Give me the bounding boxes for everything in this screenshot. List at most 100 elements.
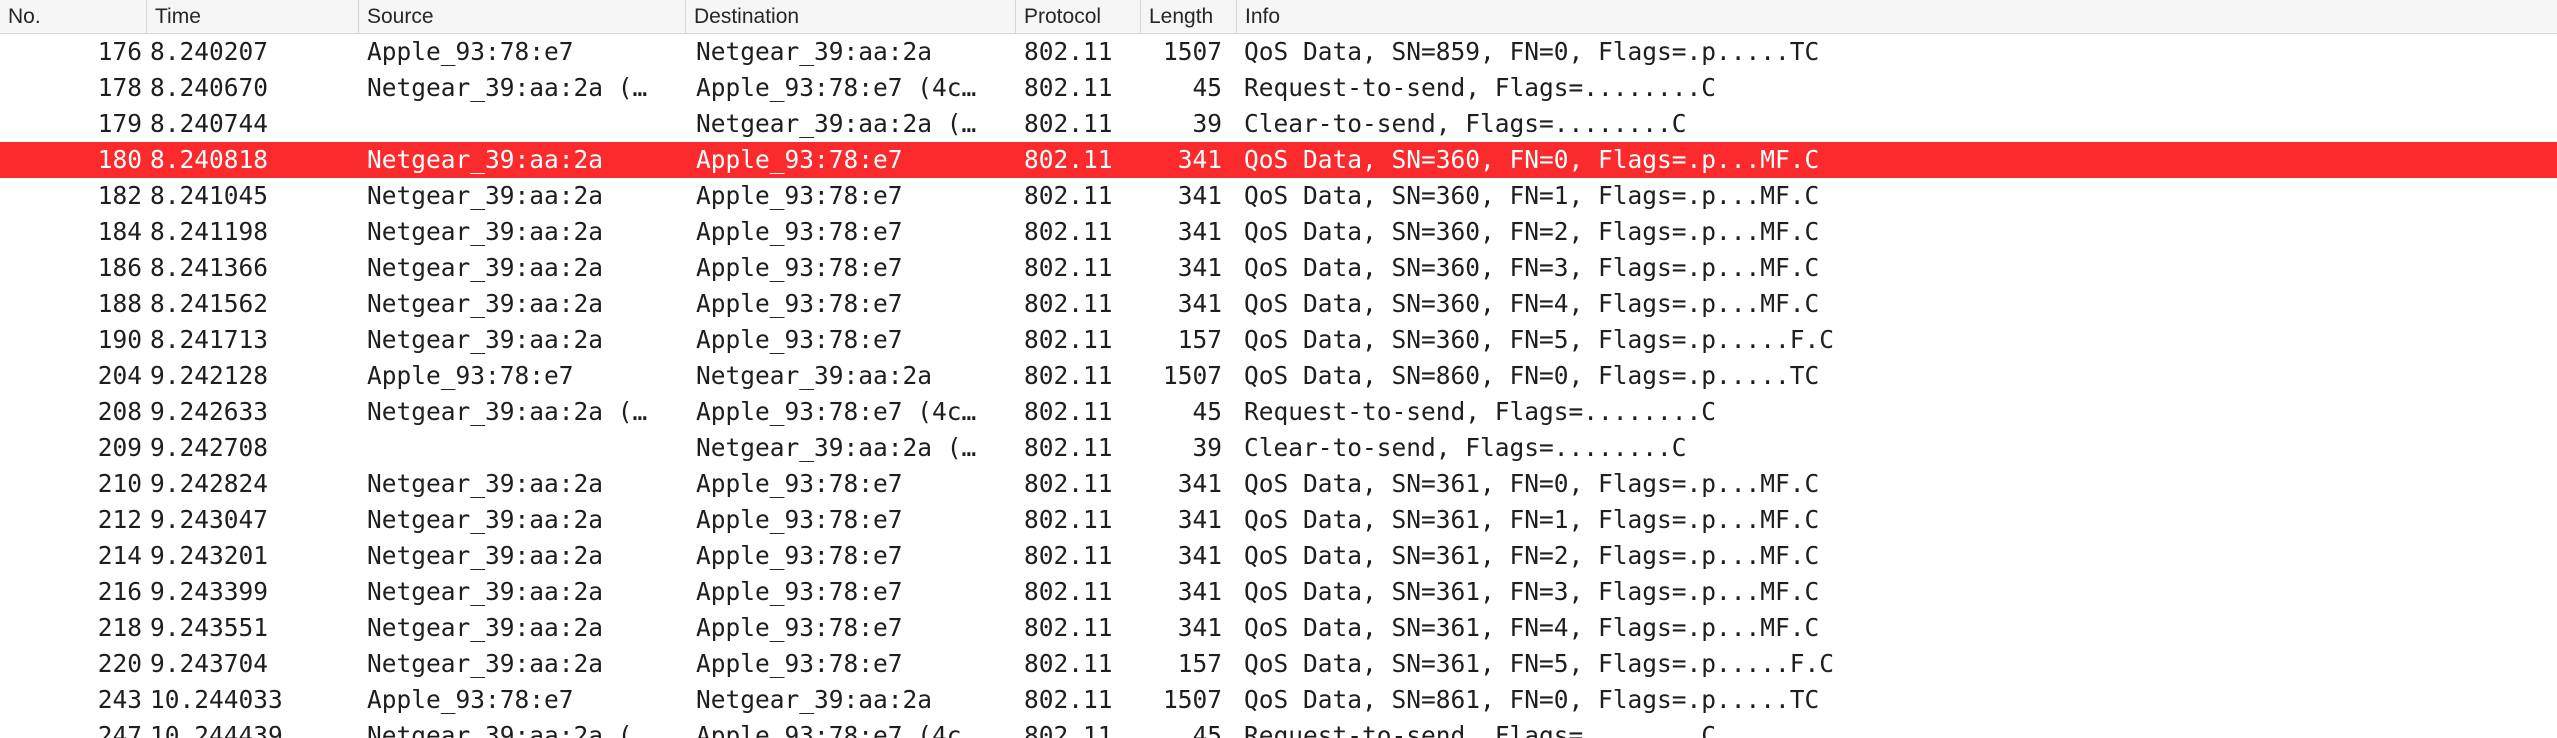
packet-source: Netgear_39:aa:2a bbox=[367, 181, 604, 210]
packet-row[interactable]: 214 9.243201 Netgear_39:aa:2a Apple_93:78:e… bbox=[0, 538, 2557, 574]
packet-destination: Netgear_39:aa:2a (… bbox=[696, 109, 977, 138]
column-header-length[interactable]: Length bbox=[1140, 0, 1236, 34]
packet-row[interactable]: 216 9.243399 Netgear_39:aa:2a Apple_93:78:e… bbox=[0, 574, 2557, 610]
packet-length: 39 bbox=[1192, 109, 1222, 138]
column-header-destination[interactable]: Destination bbox=[685, 0, 1015, 34]
packet-time: 8.241366 bbox=[150, 253, 269, 282]
packet-source: Netgear_39:aa:2a bbox=[367, 649, 604, 678]
packet-row[interactable]: 243 10.244033 Apple_93:78:e7 Netgear_39:aa:… bbox=[0, 682, 2557, 718]
packet-no: 184 bbox=[97, 217, 142, 246]
packet-destination: Netgear_39:aa:2a bbox=[696, 361, 933, 390]
packet-info: QoS Data, SN=861, FN=0, Flags=.p.....TC bbox=[1244, 685, 1820, 714]
packet-destination: Apple_93:78:e7 bbox=[696, 253, 903, 282]
packet-info: Request-to-send, Flags=........C bbox=[1244, 721, 1717, 738]
packet-protocol: 802.11 bbox=[1024, 433, 1113, 462]
packet-length: 341 bbox=[1177, 145, 1222, 174]
packet-protocol: 802.11 bbox=[1024, 397, 1113, 426]
packet-info: QoS Data, SN=360, FN=4, Flags=.p...MF.C bbox=[1244, 289, 1820, 318]
packet-protocol: 802.11 bbox=[1024, 73, 1113, 102]
packet-length: 341 bbox=[1177, 217, 1222, 246]
packet-source: Netgear_39:aa:2a bbox=[367, 505, 604, 534]
packet-row[interactable]: 182 8.241045 Netgear_39:aa:2a Apple_93:78:e… bbox=[0, 178, 2557, 214]
packet-info: QoS Data, SN=361, FN=3, Flags=.p...MF.C bbox=[1244, 577, 1820, 606]
packet-row[interactable]: 184 8.241198 Netgear_39:aa:2a Apple_93:78:e… bbox=[0, 214, 2557, 250]
packet-row[interactable]: 178 8.240670 Netgear_39:aa:2a (… Apple_93:7… bbox=[0, 70, 2557, 106]
packet-protocol: 802.11 bbox=[1024, 721, 1113, 738]
packet-no: 210 bbox=[97, 469, 142, 498]
packet-protocol: 802.11 bbox=[1024, 541, 1113, 570]
packet-source: Netgear_39:aa:2a bbox=[367, 145, 604, 174]
packet-protocol: 802.11 bbox=[1024, 469, 1113, 498]
packet-source: Netgear_39:aa:2a bbox=[367, 469, 604, 498]
packet-info: Request-to-send, Flags=........C bbox=[1244, 397, 1717, 426]
packet-row[interactable]: 188 8.241562 Netgear_39:aa:2a Apple_93:78:e… bbox=[0, 286, 2557, 322]
column-header-no[interactable]: No. bbox=[0, 0, 146, 34]
packet-no: 214 bbox=[97, 541, 142, 570]
packet-row[interactable]: 179 8.240744 Netgear_39:aa:2a (… 802.11 39 Cl… bbox=[0, 106, 2557, 142]
packet-no: 176 bbox=[97, 37, 142, 66]
packet-source: Netgear_39:aa:2a bbox=[367, 217, 604, 246]
packet-destination: Apple_93:78:e7 bbox=[696, 469, 903, 498]
packet-no: 179 bbox=[97, 109, 142, 138]
packet-no: 208 bbox=[97, 397, 142, 426]
packet-no: 182 bbox=[97, 181, 142, 210]
packet-time: 9.243704 bbox=[150, 649, 269, 678]
packet-row[interactable]: 212 9.243047 Netgear_39:aa:2a Apple_93:78:e… bbox=[0, 502, 2557, 538]
packet-row[interactable]: 204 9.242128 Apple_93:78:e7 Netgear_39:aa:2… bbox=[0, 358, 2557, 394]
packet-no: 218 bbox=[97, 613, 142, 642]
packet-protocol: 802.11 bbox=[1024, 685, 1113, 714]
packet-protocol: 802.11 bbox=[1024, 181, 1113, 210]
packet-no: 247 bbox=[97, 721, 142, 738]
packet-source: Netgear_39:aa:2a (… bbox=[367, 73, 648, 102]
packet-time: 9.242824 bbox=[150, 469, 269, 498]
column-header-source[interactable]: Source bbox=[358, 0, 685, 34]
packet-length: 341 bbox=[1177, 181, 1222, 210]
packet-no: 188 bbox=[97, 289, 142, 318]
packet-destination: Apple_93:78:e7 bbox=[696, 649, 903, 678]
packet-row[interactable]: 209 9.242708 Netgear_39:aa:2a (… 802.11 39 Cl… bbox=[0, 430, 2557, 466]
packet-source bbox=[367, 106, 683, 142]
packet-protocol: 802.11 bbox=[1024, 649, 1113, 678]
packet-time: 9.243201 bbox=[150, 541, 269, 570]
packet-protocol: 802.11 bbox=[1024, 505, 1113, 534]
packet-destination: Apple_93:78:e7 bbox=[696, 613, 903, 642]
packet-source: Netgear_39:aa:2a bbox=[367, 253, 604, 282]
packet-row[interactable]: 247 10.244439 Netgear_39:aa:2a (… Apple_93:… bbox=[0, 718, 2557, 738]
packet-time: 10.244439 bbox=[150, 721, 283, 738]
packet-source: Netgear_39:aa:2a bbox=[367, 289, 604, 318]
packet-info: QoS Data, SN=361, FN=4, Flags=.p...MF.C bbox=[1244, 613, 1820, 642]
packet-length: 1507 bbox=[1162, 37, 1222, 66]
packet-row[interactable]: 190 8.241713 Netgear_39:aa:2a Apple_93:78:e… bbox=[0, 322, 2557, 358]
column-header-time[interactable]: Time bbox=[146, 0, 358, 34]
packet-source: Netgear_39:aa:2a (… bbox=[367, 397, 648, 426]
packet-row[interactable]: 208 9.242633 Netgear_39:aa:2a (… Apple_93:7… bbox=[0, 394, 2557, 430]
packet-row[interactable]: 186 8.241366 Netgear_39:aa:2a Apple_93:78:e… bbox=[0, 250, 2557, 286]
packet-protocol: 802.11 bbox=[1024, 325, 1113, 354]
packet-length: 1507 bbox=[1162, 361, 1222, 390]
column-header-info[interactable]: Info bbox=[1236, 0, 2557, 34]
packet-row[interactable]: 218 9.243551 Netgear_39:aa:2a Apple_93:78:e… bbox=[0, 610, 2557, 646]
packet-time: 9.242633 bbox=[150, 397, 269, 426]
packet-info: QoS Data, SN=859, FN=0, Flags=.p.....TC bbox=[1244, 37, 1820, 66]
packet-row[interactable]: 220 9.243704 Netgear_39:aa:2a Apple_93:78:e… bbox=[0, 646, 2557, 682]
packet-time: 8.241198 bbox=[150, 217, 269, 246]
packet-row-selected[interactable]: 180 8.240818 Netgear_39:aa:2a Apple_93:78:e… bbox=[0, 142, 2557, 178]
packet-destination: Apple_93:78:e7 bbox=[696, 325, 903, 354]
packet-no: 204 bbox=[97, 361, 142, 390]
packet-row[interactable]: 176 8.240207 Apple_93:78:e7 Netgear_39:aa:2… bbox=[0, 34, 2557, 70]
packet-destination: Apple_93:78:e7 (4c… bbox=[696, 721, 977, 738]
packet-destination: Apple_93:78:e7 bbox=[696, 505, 903, 534]
packet-length: 341 bbox=[1177, 541, 1222, 570]
packet-length: 341 bbox=[1177, 505, 1222, 534]
packet-no: 212 bbox=[97, 505, 142, 534]
packet-no: 190 bbox=[97, 325, 142, 354]
packet-list-header: No. Time Source Destination Protocol Len… bbox=[0, 0, 2557, 34]
packet-protocol: 802.11 bbox=[1024, 217, 1113, 246]
packet-source: Netgear_39:aa:2a bbox=[367, 577, 604, 606]
packet-row[interactable]: 210 9.242824 Netgear_39:aa:2a Apple_93:78:e… bbox=[0, 466, 2557, 502]
packet-time: 10.244033 bbox=[150, 685, 283, 714]
packet-protocol: 802.11 bbox=[1024, 109, 1113, 138]
packet-source: Netgear_39:aa:2a bbox=[367, 541, 604, 570]
packet-destination: Netgear_39:aa:2a (… bbox=[696, 433, 977, 462]
column-header-protocol[interactable]: Protocol bbox=[1015, 0, 1140, 34]
